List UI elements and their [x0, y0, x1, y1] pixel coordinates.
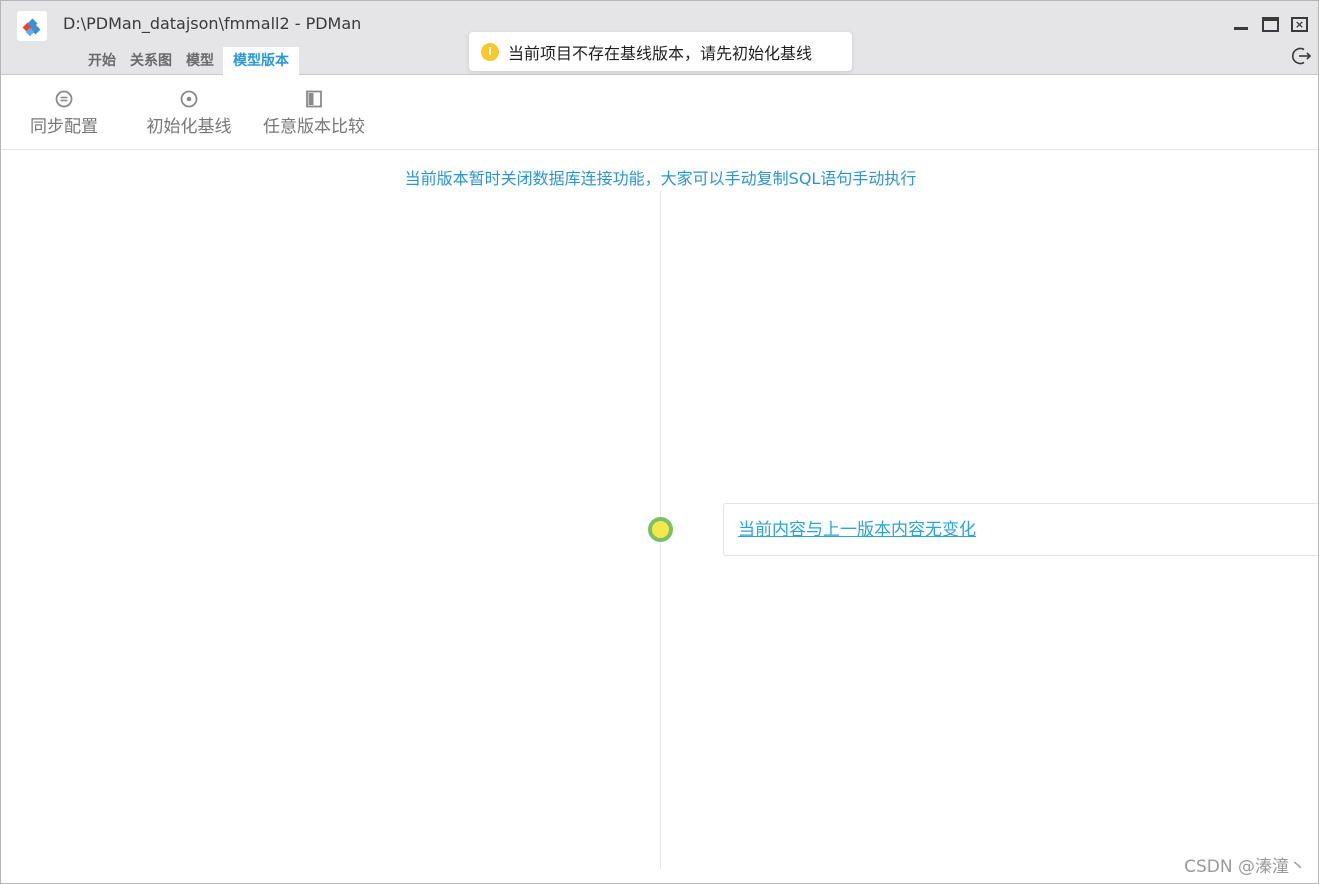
tab-model-version[interactable]: 模型版本 [223, 47, 299, 75]
toast-message: 当前项目不存在基线版本，请先初始化基线 [508, 43, 813, 63]
tab-start[interactable]: 开始 [81, 47, 123, 75]
watermark: CSDN @溱潼丶 [1184, 857, 1306, 877]
window-controls: × [1232, 15, 1308, 33]
exit-icon[interactable] [1291, 46, 1312, 66]
version-change-link[interactable]: 当前内容与上一版本内容无变化 [738, 520, 976, 540]
info-icon: i [481, 42, 499, 61]
init-baseline-label: 初始化基线 [146, 117, 232, 137]
app-window: D:\PDMan_datajson\fmmall2 - PDMan 开始 关系图… [0, 0, 1319, 884]
sync-config-button[interactable]: 同步配置 [28, 89, 100, 137]
window-title: D:\PDMan_datajson\fmmall2 - PDMan [63, 14, 362, 33]
compare-icon [306, 90, 322, 108]
tab-model[interactable]: 模型 [179, 47, 221, 75]
init-baseline-button[interactable]: 初始化基线 [144, 89, 234, 137]
tab-relation-diagram[interactable]: 关系图 [123, 47, 179, 75]
toolbar: 同步配置 初始化基线 任意版本比较 [1, 76, 1318, 150]
baseline-icon [180, 90, 198, 108]
compare-versions-button[interactable]: 任意版本比较 [260, 89, 368, 137]
compare-versions-label: 任意版本比较 [263, 117, 365, 137]
pdman-logo-icon [17, 11, 47, 41]
menu-tabs: 开始 关系图 模型 模型版本 [81, 47, 299, 75]
maximize-icon[interactable] [1262, 17, 1279, 32]
version-card: 当前内容与上一版本内容无变化 [723, 503, 1318, 556]
db-connection-notice: 当前版本暂时关闭数据库连接功能，大家可以手动复制SQL语句手动执行 [404, 169, 917, 188]
timeline-dot [648, 517, 673, 542]
sync-config-label: 同步配置 [30, 117, 98, 137]
close-icon[interactable]: × [1291, 17, 1308, 32]
sync-icon [55, 90, 73, 108]
notification-toast: i 当前项目不存在基线版本，请先初始化基线 [469, 32, 852, 71]
minimize-icon[interactable] [1232, 15, 1250, 33]
